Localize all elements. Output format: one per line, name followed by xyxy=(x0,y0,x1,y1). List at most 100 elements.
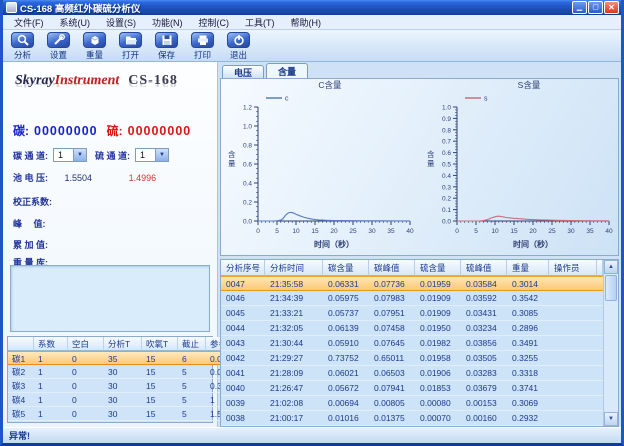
cell: 0.3318 xyxy=(507,366,549,381)
carbon-voltage-value: 1.5504 xyxy=(65,173,93,183)
toolbar-button-分析[interactable]: 分析 xyxy=(6,31,39,60)
svg-text:0.0: 0.0 xyxy=(442,219,451,226)
cell: 0.3255 xyxy=(507,351,549,366)
tab-含量[interactable]: 含量 xyxy=(266,63,308,78)
toolbar-button-保存[interactable]: 保存 xyxy=(150,31,183,60)
cell: 21:00:17 xyxy=(265,411,323,426)
exit-icon xyxy=(227,32,250,48)
results-row[interactable]: 004321:30:440.059100.076450.019820.03856… xyxy=(221,336,603,351)
cell: 0.01375 xyxy=(369,411,415,426)
results-scrollbar[interactable]: ▲ ▼ xyxy=(603,260,618,426)
params-row[interactable]: 碳310301550.3 xyxy=(8,379,231,393)
toolbar-button-退出[interactable]: 退出 xyxy=(222,31,255,60)
svg-text:35: 35 xyxy=(586,228,594,235)
cell: 空白 xyxy=(68,337,104,351)
results-row[interactable]: 004721:35:580.063310.077360.019590.03584… xyxy=(221,276,603,291)
cell: 1 xyxy=(34,407,68,421)
results-row[interactable]: 004521:33:210.057370.079510.019090.03431… xyxy=(221,306,603,321)
cell: 0044 xyxy=(221,321,265,336)
cell: 0.07645 xyxy=(369,336,415,351)
brand-logo-reflection: SkyrayInstrumentCS-168 xyxy=(15,76,178,88)
menu-item[interactable]: 系统(U) xyxy=(52,16,99,29)
cell: 0.03283 xyxy=(461,366,507,381)
cell: 0 xyxy=(68,365,104,379)
carbon-channel-select[interactable]: 1 ▼ xyxy=(53,148,87,162)
menu-item[interactable]: 文件(F) xyxy=(6,16,52,29)
cell: 1 xyxy=(34,393,68,407)
cell: 碳4 xyxy=(8,393,34,407)
cell xyxy=(549,366,597,381)
svg-text:0: 0 xyxy=(256,228,260,235)
sulfur-readout-label: 硫: xyxy=(107,124,123,138)
cell: 操作员 xyxy=(549,260,597,276)
cell: 0.01959 xyxy=(415,276,461,291)
menu-item[interactable]: 控制(C) xyxy=(191,16,238,29)
results-row[interactable]: 003821:00:170.010160.013750.000700.00160… xyxy=(221,411,603,426)
cell: 6 xyxy=(178,351,206,365)
cell: 0039 xyxy=(221,396,265,411)
svg-text:15: 15 xyxy=(510,228,518,235)
tab-电压[interactable]: 电压 xyxy=(222,65,264,78)
sulfur-channel-select[interactable]: 1 ▼ xyxy=(135,148,169,162)
cell: 15 xyxy=(142,351,178,365)
params-row[interactable]: 碳110351560.003 xyxy=(8,351,231,365)
params-row[interactable]: 碳210301550.03 xyxy=(8,365,231,379)
toolbar-button-label: 重量 xyxy=(86,49,103,61)
cell: 分析T xyxy=(104,337,142,351)
svg-text:0.0: 0.0 xyxy=(243,219,252,226)
toolbar-button-打开[interactable]: 打开 xyxy=(114,31,147,60)
close-button[interactable]: ✕ xyxy=(604,1,619,14)
scroll-down-icon[interactable]: ▼ xyxy=(604,412,618,426)
cell: 吹氧T xyxy=(142,337,178,351)
cell: 35 xyxy=(104,351,142,365)
svg-text:量: 量 xyxy=(228,159,236,168)
toolbar-button-重量[interactable]: 重量 xyxy=(78,31,111,60)
weight-library-listbox[interactable] xyxy=(10,265,210,332)
cell: 21:34:39 xyxy=(265,291,323,306)
maximize-button[interactable]: ▢ xyxy=(588,1,603,14)
toolbar-button-打印[interactable]: 打印 xyxy=(186,31,219,60)
params-row[interactable]: 碳510301551.5 xyxy=(8,407,231,421)
svg-text:15: 15 xyxy=(312,228,320,235)
cell xyxy=(549,411,597,426)
cell: 重量 xyxy=(507,260,549,276)
cell: 1 xyxy=(34,379,68,393)
titlebar[interactable]: CS-168 高频红外碳硫分析仪 ▁ ▢ ✕ xyxy=(3,0,621,15)
cell: 0 xyxy=(68,351,104,365)
results-row[interactable]: 004221:29:270.737520.650110.019580.03505… xyxy=(221,351,603,366)
cell: 0.07458 xyxy=(369,321,415,336)
menu-item[interactable]: 帮助(H) xyxy=(283,16,330,29)
svg-text:10: 10 xyxy=(293,228,301,235)
results-row[interactable]: 004121:28:090.060210.065030.019060.03283… xyxy=(221,366,603,381)
cell: 0.07736 xyxy=(369,276,415,291)
cell: 0.01016 xyxy=(323,411,369,426)
cell: 0047 xyxy=(221,276,265,291)
chart-and-results-panel: 电压含量 C含量c0.00.20.40.60.81.01.20510152025… xyxy=(218,62,621,427)
cell: 硫含量 xyxy=(415,260,461,276)
scrollbar-thumb[interactable] xyxy=(605,275,617,301)
menu-item[interactable]: 工具(T) xyxy=(237,16,283,29)
results-row[interactable]: 004621:34:390.059750.079830.019090.03592… xyxy=(221,291,603,306)
cell: 0.07983 xyxy=(369,291,415,306)
minimize-button[interactable]: ▁ xyxy=(572,1,587,14)
svg-text:c: c xyxy=(285,96,289,103)
menu-item[interactable]: 功能(N) xyxy=(144,16,191,29)
results-row[interactable]: 004421:32:050.061390.074580.019500.03234… xyxy=(221,321,603,336)
scroll-up-icon[interactable]: ▲ xyxy=(604,260,618,274)
cell: 0.3085 xyxy=(507,306,549,321)
save-icon xyxy=(155,32,178,48)
cell: 0.00080 xyxy=(415,396,461,411)
chevron-down-icon[interactable]: ▼ xyxy=(73,149,86,161)
tab-strip: 电压含量 xyxy=(222,63,310,78)
results-row[interactable]: 004021:26:470.056720.079410.018530.03679… xyxy=(221,381,603,396)
status-text: 异常! xyxy=(9,431,30,441)
cell: 0.05910 xyxy=(323,336,369,351)
cell: 5 xyxy=(178,407,206,421)
results-row[interactable]: 003921:02:080.006940.008050.000800.00153… xyxy=(221,396,603,411)
toolbar-button-设置[interactable]: 设置 xyxy=(42,31,75,60)
peak-value-label: 峰 值: xyxy=(13,217,46,230)
menu-item[interactable]: 设置(S) xyxy=(98,16,144,29)
chevron-down-icon[interactable]: ▼ xyxy=(155,149,168,161)
cell xyxy=(549,351,597,366)
params-row[interactable]: 碳410301551 xyxy=(8,393,231,407)
